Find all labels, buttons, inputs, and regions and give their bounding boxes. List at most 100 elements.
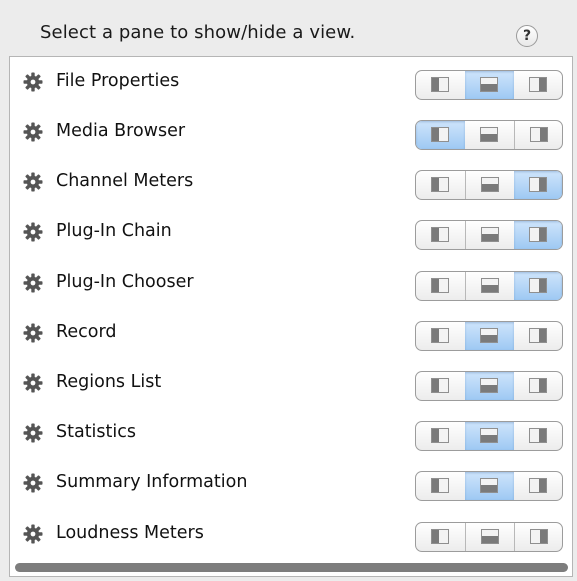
right-pane-icon xyxy=(530,127,548,142)
pane-fill xyxy=(432,228,439,241)
bottom-pane-button[interactable] xyxy=(465,523,514,551)
right-pane-button[interactable] xyxy=(514,171,562,199)
pane-segmented-control xyxy=(415,371,563,401)
pane-segmented-control xyxy=(415,70,563,100)
bottom-pane-icon xyxy=(480,328,498,343)
pane-fill xyxy=(539,178,546,191)
left-pane-button[interactable] xyxy=(416,121,465,149)
bottom-pane-button[interactable] xyxy=(465,322,514,350)
right-pane-icon xyxy=(529,478,547,493)
bottom-pane-button[interactable] xyxy=(465,71,514,99)
bottom-pane-button[interactable] xyxy=(465,372,514,400)
left-pane-icon xyxy=(431,278,449,293)
pane-fill xyxy=(540,128,547,141)
pane-fill xyxy=(539,479,546,492)
gear-icon[interactable] xyxy=(23,273,43,293)
pane-fill xyxy=(432,78,439,91)
pane-fill xyxy=(432,128,439,141)
pane-fill xyxy=(540,530,547,543)
pane-fill xyxy=(481,84,497,91)
left-pane-icon xyxy=(431,378,449,393)
bottom-pane-button[interactable] xyxy=(465,121,514,149)
right-pane-icon xyxy=(529,378,547,393)
left-pane-icon xyxy=(431,428,449,443)
left-pane-button[interactable] xyxy=(416,422,465,450)
left-pane-icon xyxy=(431,77,449,92)
right-pane-icon xyxy=(529,227,547,242)
left-pane-icon xyxy=(431,127,449,142)
view-row: Regions List xyxy=(10,360,572,410)
pane-segmented-control xyxy=(415,471,563,501)
view-label: Record xyxy=(56,322,117,342)
left-pane-button[interactable] xyxy=(416,272,465,300)
view-row: Plug-In Chooser xyxy=(10,260,572,310)
right-pane-button[interactable] xyxy=(514,121,562,149)
header-title: Select a pane to show/hide a view. xyxy=(40,22,356,43)
right-pane-button[interactable] xyxy=(514,372,562,400)
gear-icon[interactable] xyxy=(23,473,43,493)
pane-fill xyxy=(539,329,546,342)
view-label: Plug-In Chooser xyxy=(56,272,194,292)
pane-fill xyxy=(481,435,497,442)
gear-icon[interactable] xyxy=(23,72,43,92)
gear-icon[interactable] xyxy=(23,222,43,242)
view-label: Channel Meters xyxy=(56,171,194,191)
pane-fill xyxy=(481,134,497,141)
right-pane-icon xyxy=(529,177,547,192)
right-pane-button[interactable] xyxy=(514,272,562,300)
view-label: Loudness Meters xyxy=(56,523,204,543)
gear-icon[interactable] xyxy=(23,172,43,192)
bottom-pane-button[interactable] xyxy=(465,171,514,199)
left-pane-icon xyxy=(431,227,449,242)
view-label: Regions List xyxy=(56,372,162,392)
gear-icon[interactable] xyxy=(23,524,43,544)
right-pane-icon xyxy=(530,529,548,544)
pane-fill xyxy=(539,429,546,442)
left-pane-icon xyxy=(431,529,449,544)
view-row: Media Browser xyxy=(10,109,572,159)
gear-icon[interactable] xyxy=(23,122,43,142)
bottom-pane-icon xyxy=(481,177,499,192)
left-pane-button[interactable] xyxy=(416,523,465,551)
pane-fill xyxy=(432,479,439,492)
pane-segmented-control xyxy=(415,170,563,200)
gear-icon[interactable] xyxy=(23,373,43,393)
view-row: Record xyxy=(10,310,572,360)
view-label: Media Browser xyxy=(56,121,186,141)
bottom-pane-button[interactable] xyxy=(465,422,514,450)
pane-fill xyxy=(432,530,439,543)
bottom-pane-icon xyxy=(480,428,498,443)
right-pane-button[interactable] xyxy=(514,472,562,500)
right-pane-button[interactable] xyxy=(514,221,562,249)
pane-fill xyxy=(482,285,498,292)
bottom-pane-button[interactable] xyxy=(465,472,514,500)
right-pane-button[interactable] xyxy=(514,422,562,450)
right-pane-icon xyxy=(529,77,547,92)
right-pane-button[interactable] xyxy=(514,71,562,99)
pane-fill xyxy=(432,279,439,292)
pane-fill xyxy=(481,335,497,342)
pane-fill xyxy=(482,536,498,543)
left-pane-button[interactable] xyxy=(416,322,465,350)
pane-fill xyxy=(432,379,439,392)
left-pane-button[interactable] xyxy=(416,71,465,99)
gear-icon[interactable] xyxy=(23,423,43,443)
left-pane-button[interactable] xyxy=(416,171,465,199)
pane-segmented-control xyxy=(415,271,563,301)
left-pane-button[interactable] xyxy=(416,372,465,400)
horizontal-scrollbar[interactable] xyxy=(15,563,568,572)
left-pane-icon xyxy=(431,328,449,343)
right-pane-button[interactable] xyxy=(514,322,562,350)
pane-fill xyxy=(482,234,498,241)
right-pane-button[interactable] xyxy=(514,523,562,551)
pane-fill xyxy=(539,379,546,392)
pane-segmented-control xyxy=(415,321,563,351)
bottom-pane-button[interactable] xyxy=(465,221,514,249)
left-pane-icon xyxy=(431,478,449,493)
left-pane-button[interactable] xyxy=(416,221,465,249)
gear-icon[interactable] xyxy=(23,323,43,343)
help-button[interactable]: ? xyxy=(516,25,538,47)
left-pane-button[interactable] xyxy=(416,472,465,500)
pane-fill xyxy=(539,228,546,241)
bottom-pane-button[interactable] xyxy=(465,272,514,300)
